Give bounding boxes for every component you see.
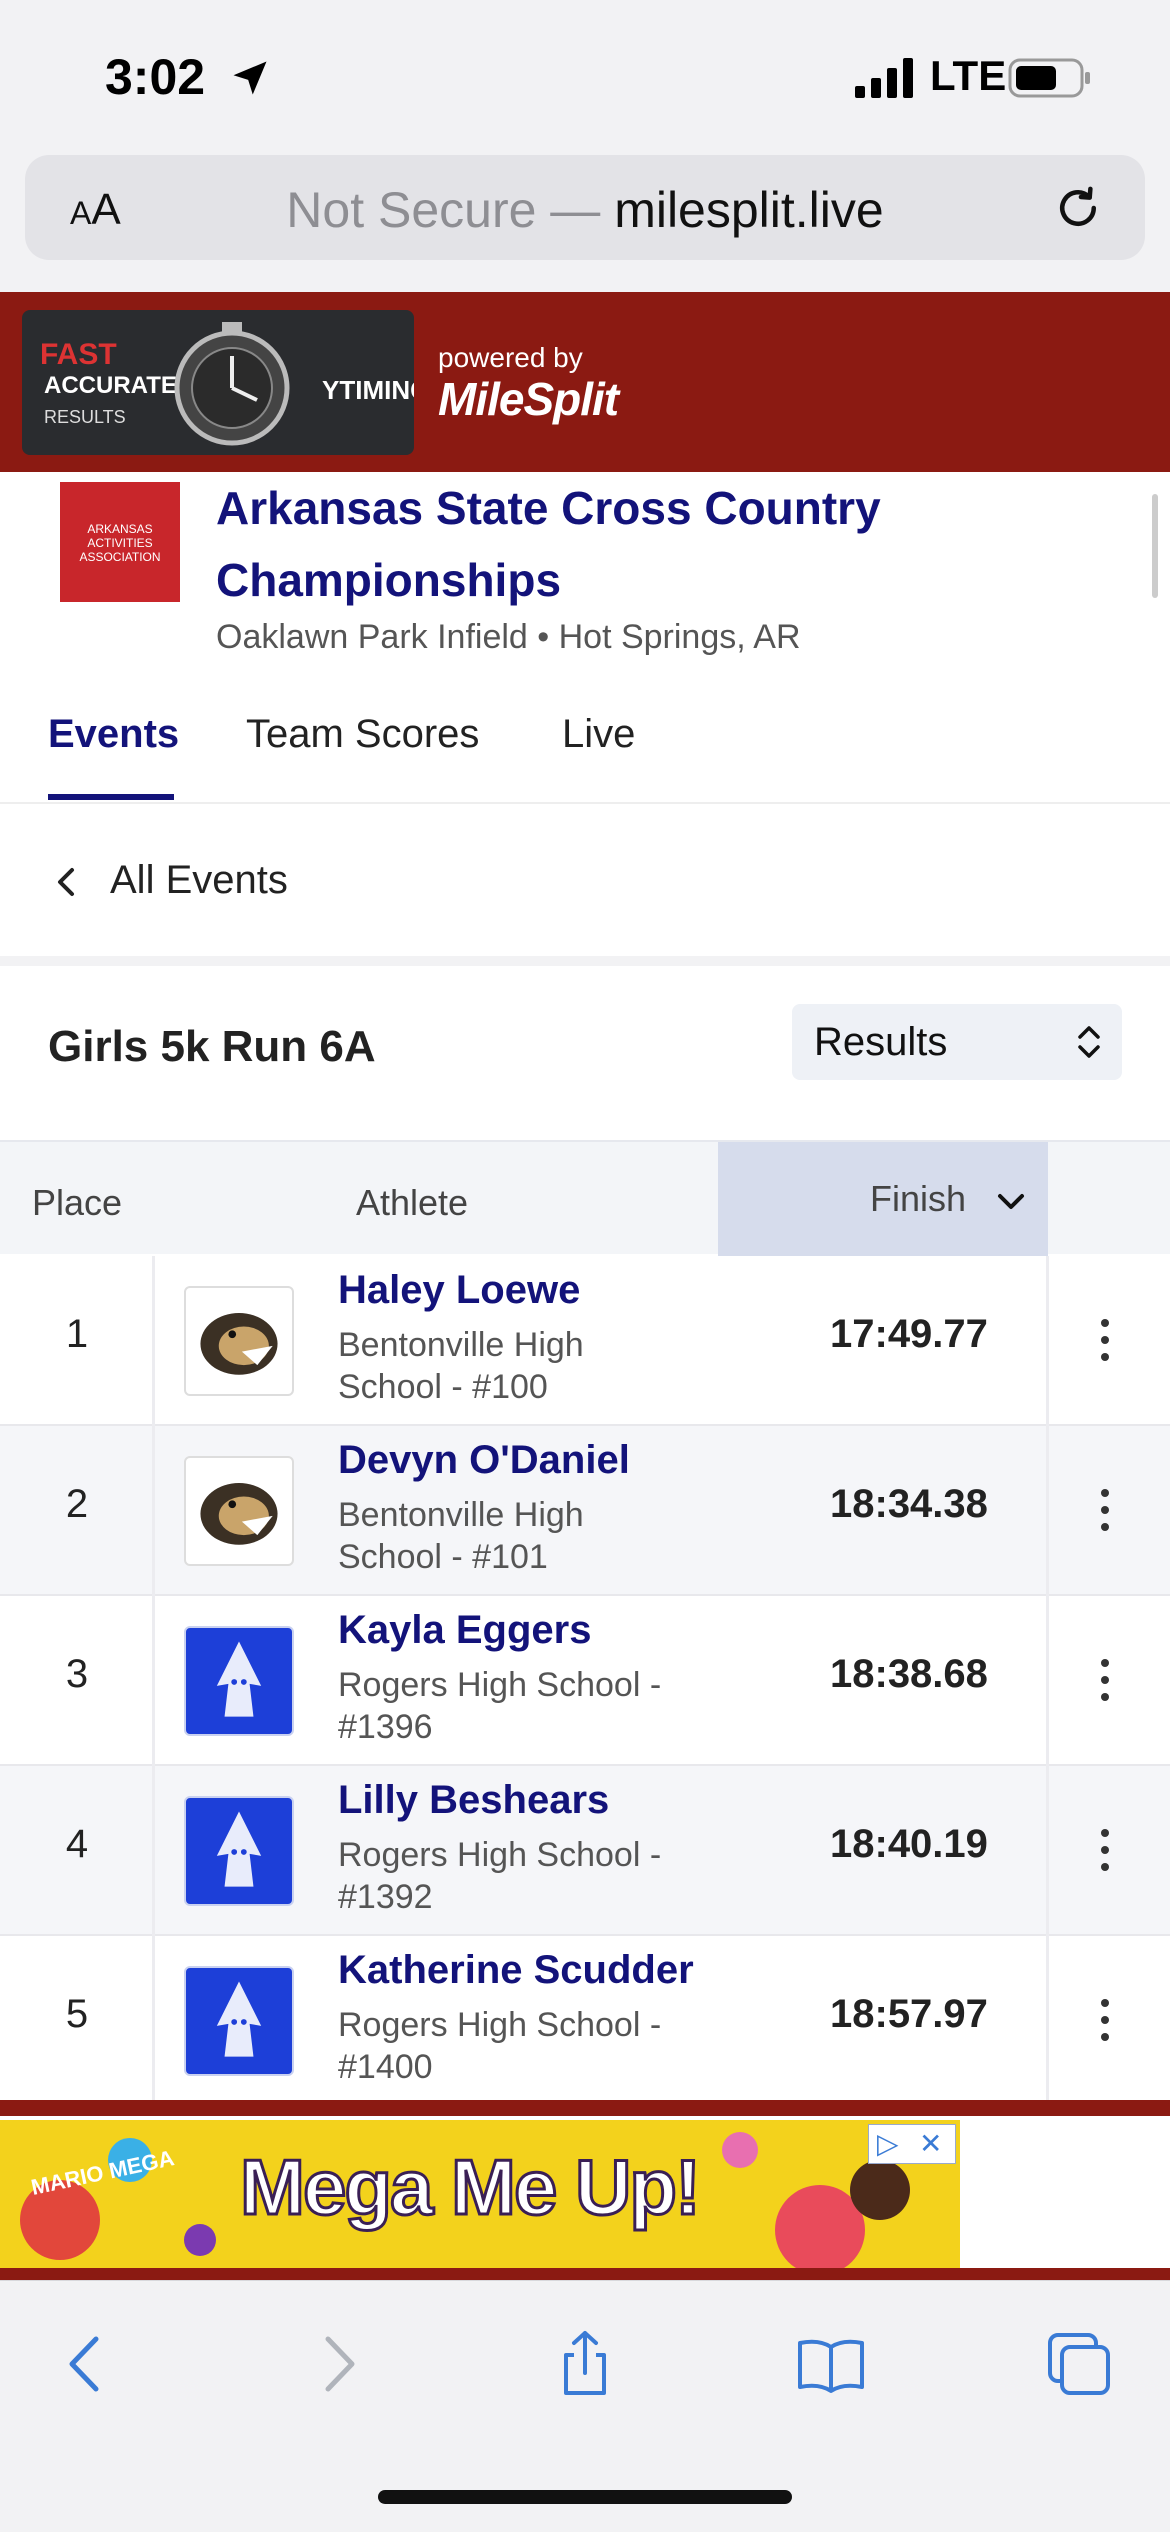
athlete-school: Rogers High School - #1392	[338, 1836, 662, 1916]
page-content: ARKANSAS ACTIVITIES ASSOCIATION Arkansas…	[0, 472, 1170, 2106]
active-tab-underline	[48, 794, 174, 800]
tab-live[interactable]: Live	[562, 712, 635, 757]
url-domain: milesplit.live	[614, 182, 884, 238]
close-icon[interactable]: ✕	[919, 2127, 942, 2160]
finish-time: 18:38.68	[830, 1652, 988, 1696]
ad-border-top	[0, 2100, 1170, 2116]
table-row[interactable]: 3 Kayla Eggers Rogers High School - #1396…	[0, 1596, 1170, 1766]
banner-results-text: RESULTS	[44, 407, 126, 427]
address-bar[interactable]: AA Not Secure — milesplit.live	[25, 155, 1145, 260]
ad-container: MARIO MEGA Mega Me Up! ▷ ✕	[0, 2116, 1170, 2270]
share-icon[interactable]	[550, 2329, 620, 2399]
scroll-indicator	[1152, 494, 1158, 598]
column-header-finish[interactable]: Finish	[870, 1178, 966, 1220]
sort-descending-icon[interactable]	[995, 1190, 1027, 1214]
status-time: 3:02	[105, 49, 206, 105]
row-place: 4	[65, 1822, 89, 1866]
athlete-name[interactable]: Lilly Beshears	[338, 1778, 609, 1823]
tiger-logo	[184, 1286, 294, 1396]
meet-location: Oaklawn Park Infield • Hot Springs, AR	[216, 618, 801, 656]
athlete-school: Rogers High School - #1396	[338, 1666, 662, 1746]
tiger-logo	[184, 1456, 294, 1566]
table-row[interactable]: 2 Devyn O'Daniel Bentonville High School …	[0, 1426, 1170, 1596]
ad-choices-icon[interactable]: ▷	[877, 2127, 899, 2160]
wizard-logo	[184, 1796, 294, 1906]
security-warning: Not Secure —	[286, 182, 615, 238]
ad-border-bottom	[0, 2268, 1170, 2280]
finish-time: 18:40.19	[830, 1822, 988, 1866]
ad-headline: Mega Me Up!	[238, 2142, 702, 2233]
ad-choices-close[interactable]: ▷ ✕	[868, 2124, 956, 2164]
status-bar: 3:02 LTE	[0, 0, 1170, 150]
banner-ytiming-text: YTIMING	[322, 375, 414, 405]
meet-title[interactable]: Arkansas State Cross Country Championshi…	[216, 472, 1036, 616]
stopwatch-icon	[174, 322, 290, 446]
tab-events[interactable]: Events	[48, 712, 179, 757]
chevron-left-icon	[58, 868, 74, 896]
athlete-school: Bentonville High School - #100	[338, 1326, 584, 1406]
network-type: LTE	[930, 52, 1007, 99]
more-options-icon[interactable]	[1100, 1318, 1110, 1362]
results-table-header: Place Athlete Finish	[0, 1140, 1170, 1256]
athlete-school: Rogers High School - #1400	[338, 2006, 662, 2086]
wizard-logo	[184, 1626, 294, 1736]
table-row[interactable]: 4 Lilly Beshears Rogers High School - #13…	[0, 1766, 1170, 1936]
ad-banner[interactable]: MARIO MEGA Mega Me Up! ▷ ✕	[0, 2120, 960, 2270]
banner-fast-text: FAST	[40, 338, 117, 371]
cellular-signal-icon	[855, 58, 913, 98]
table-row[interactable]: 5 Katherine Scudder Rogers High School -…	[0, 1936, 1170, 2106]
athlete-name[interactable]: Kayla Eggers	[338, 1608, 591, 1653]
bookmarks-icon[interactable]	[796, 2329, 866, 2399]
row-place: 3	[65, 1652, 89, 1696]
event-title: Girls 5k Run 6A	[48, 1022, 376, 1071]
view-select[interactable]: Results	[792, 1004, 1122, 1080]
section-divider	[0, 956, 1170, 966]
url-text[interactable]: Not Secure — milesplit.live	[25, 181, 1145, 239]
athlete-name[interactable]: Katherine Scudder	[338, 1948, 694, 1993]
forward-icon[interactable]	[302, 2329, 372, 2399]
finish-time: 18:34.38	[830, 1482, 988, 1526]
athlete-name[interactable]: Devyn O'Daniel	[338, 1438, 630, 1483]
location-arrow-icon	[233, 61, 267, 95]
timing-sponsor-banner[interactable]: FAST ACCURATE RESULTS YTIMING	[22, 310, 414, 455]
athlete-name[interactable]: Haley Loewe	[338, 1268, 580, 1313]
more-options-icon[interactable]	[1100, 1998, 1110, 2042]
all-events-link[interactable]: All Events	[0, 806, 1170, 956]
wizard-logo	[184, 1966, 294, 2076]
row-place: 5	[65, 1992, 89, 2036]
column-header-athlete[interactable]: Athlete	[356, 1182, 468, 1224]
athlete-school: Bentonville High School - #101	[338, 1496, 584, 1576]
milesplit-logo[interactable]: MileSplit	[438, 372, 619, 426]
all-events-label: All Events	[110, 858, 288, 902]
view-select-value: Results	[814, 1020, 948, 1064]
tab-team-scores[interactable]: Team Scores	[246, 712, 479, 757]
more-options-icon[interactable]	[1100, 1828, 1110, 1872]
more-options-icon[interactable]	[1100, 1658, 1110, 1702]
row-place: 1	[65, 1312, 89, 1356]
tabs-icon[interactable]	[1044, 2329, 1114, 2399]
chevron-up-down-icon	[1078, 1026, 1100, 1058]
table-row[interactable]: 1 Haley Loewe Bentonville High School - #…	[0, 1256, 1170, 1426]
finish-time: 17:49.77	[830, 1312, 988, 1356]
row-place: 2	[65, 1482, 89, 1526]
back-icon[interactable]	[52, 2329, 122, 2399]
home-indicator	[378, 2490, 792, 2504]
reload-icon[interactable]	[1051, 181, 1105, 235]
battery-icon	[1008, 58, 1090, 98]
column-header-place[interactable]: Place	[32, 1182, 122, 1224]
more-options-icon[interactable]	[1100, 1488, 1110, 1532]
finish-time: 18:57.97	[830, 1992, 988, 2036]
meet-tabs: Events Team Scores Live	[0, 694, 1170, 804]
site-header: FAST ACCURATE RESULTS YTIMING powered by…	[0, 292, 1170, 472]
powered-by-label: powered by	[438, 342, 583, 373]
meet-org-logo: ARKANSAS ACTIVITIES ASSOCIATION	[60, 482, 180, 602]
